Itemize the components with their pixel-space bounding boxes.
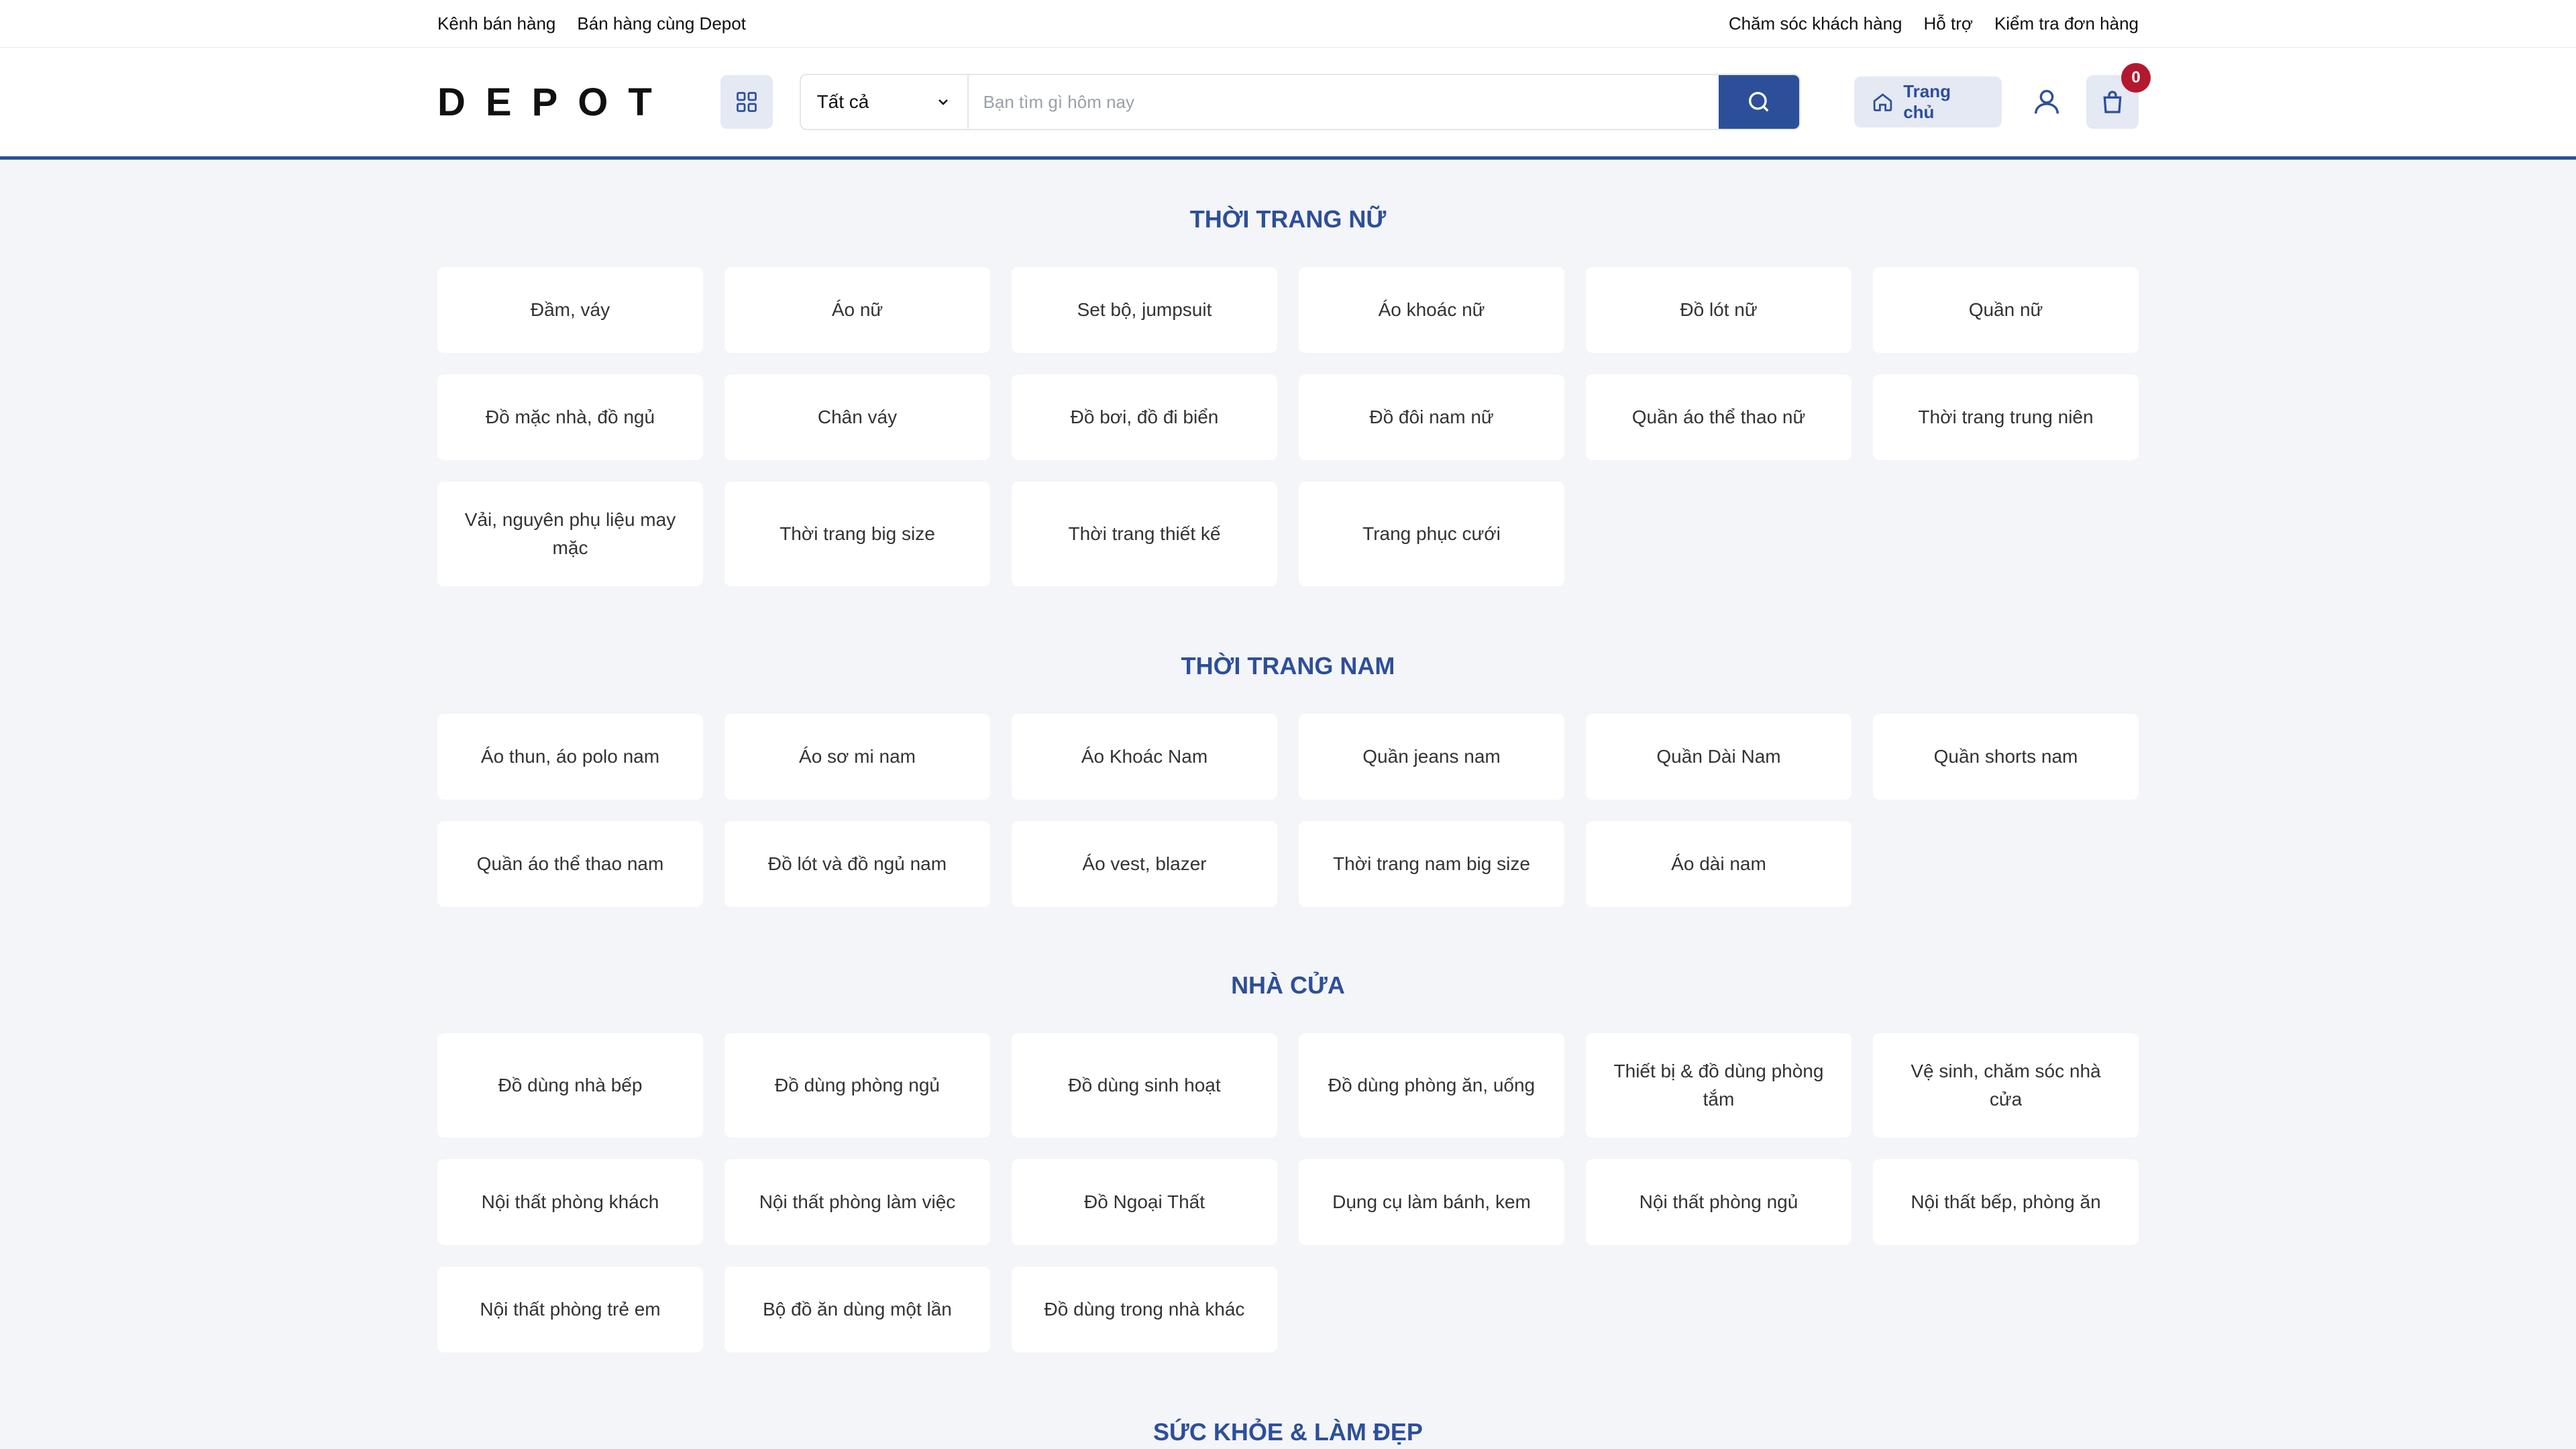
shopping-bag-icon <box>2103 91 2122 113</box>
category-grid: Đồ dùng nhà bếp Đồ dùng phòng ngủ Đồ dùn… <box>437 1033 2139 1352</box>
category-card[interactable]: Quần áo thể thao nam <box>437 821 703 907</box>
cart-count-badge: 0 <box>2121 63 2151 93</box>
category-card[interactable]: Quần nữ <box>1873 267 2139 353</box>
category-grid: Áo thun, áo polo nam Áo sơ mi nam Áo Kho… <box>437 714 2139 907</box>
home-icon <box>1873 93 1892 111</box>
category-card[interactable]: Quần shorts nam <box>1873 714 2139 800</box>
category-card[interactable]: Thời trang thiết kế <box>1012 482 1277 586</box>
category-card[interactable]: Nội thất bếp, phòng ăn <box>1873 1159 2139 1245</box>
section-title: NHÀ CỬA <box>1231 971 1345 999</box>
cart-button[interactable]: 0 <box>2086 63 2151 129</box>
category-card[interactable]: Thiết bị & đồ dùng phòng tắm <box>1586 1033 1851 1138</box>
category-card[interactable]: Áo nữ <box>724 267 990 353</box>
seller-channel-link[interactable]: Kênh bán hàng <box>437 13 555 34</box>
section-title: THỜI TRANG NỮ <box>1189 205 1387 233</box>
top-right-links: Chăm sóc khách hàng Hỗ trợ Kiểm tra đơn … <box>1729 13 2139 34</box>
order-check-link[interactable]: Kiểm tra đơn hàng <box>1994 13 2139 34</box>
category-card[interactable]: Nội thất phòng khách <box>437 1159 703 1245</box>
header: DEPOT Tất cả Trang chủ 0 <box>0 48 2576 160</box>
category-card[interactable]: Áo Khoác Nam <box>1012 714 1277 800</box>
category-menu-button[interactable] <box>720 75 773 129</box>
category-card[interactable]: Đầm, váy <box>437 267 703 353</box>
category-card[interactable]: Đồ dùng phòng ngủ <box>724 1033 990 1138</box>
category-card[interactable]: Đồ lót nữ <box>1586 267 1851 353</box>
search-icon <box>1749 92 1769 112</box>
search-input[interactable] <box>968 75 1719 129</box>
category-card[interactable]: Đồ dùng phòng ăn, uống <box>1299 1033 1564 1138</box>
category-card[interactable]: Áo vest, blazer <box>1012 821 1277 907</box>
category-card[interactable]: Bộ đồ ăn dùng một lần <box>724 1267 990 1352</box>
category-card[interactable]: Quần Dài Nam <box>1586 714 1851 800</box>
grid-icon <box>736 92 757 112</box>
section-title: THỜI TRANG NAM <box>1181 652 1395 680</box>
category-grid: Đầm, váy Áo nữ Set bộ, jumpsuit Áo khoác… <box>437 267 2139 586</box>
category-card[interactable]: Thời trang trung niên <box>1873 374 2139 460</box>
category-card[interactable]: Vải, nguyên phụ liệu may mặc <box>437 482 703 586</box>
category-card[interactable]: Áo thun, áo polo nam <box>437 714 703 800</box>
logo[interactable]: DEPOT <box>437 80 686 125</box>
account-button[interactable] <box>2027 82 2066 122</box>
category-card[interactable]: Áo dài nam <box>1586 821 1851 907</box>
category-card[interactable]: Nội thất phòng làm việc <box>724 1159 990 1245</box>
support-link[interactable]: Hỗ trợ <box>1924 13 1973 34</box>
category-card[interactable]: Đồ dùng trong nhà khác <box>1012 1267 1277 1352</box>
category-card[interactable]: Quần jeans nam <box>1299 714 1564 800</box>
category-card[interactable]: Vệ sinh, chăm sóc nhà cửa <box>1873 1033 2139 1138</box>
category-card[interactable]: Chân váy <box>724 374 990 460</box>
home-label: Trang chủ <box>1903 81 1951 122</box>
category-card[interactable]: Nội thất phòng ngủ <box>1586 1159 1851 1245</box>
home-button[interactable]: Trang chủ <box>1854 76 2002 127</box>
search-category-select[interactable]: Tất cả <box>801 75 969 129</box>
section-title: SỨC KHỎE & LÀM ĐẸP <box>1153 1418 1423 1446</box>
search-button[interactable] <box>1719 75 1800 129</box>
user-icon <box>2034 89 2059 114</box>
category-card[interactable]: Đồ bơi, đồ đi biển <box>1012 374 1277 460</box>
category-card[interactable]: Thời trang big size <box>724 482 990 586</box>
top-left-links: Kênh bán hàng Bán hàng cùng Depot <box>437 13 746 34</box>
sell-with-depot-link[interactable]: Bán hàng cùng Depot <box>577 13 746 34</box>
category-card[interactable]: Đồ Ngoại Thất <box>1012 1159 1277 1245</box>
category-card[interactable]: Thời trang nam big size <box>1299 821 1564 907</box>
category-card[interactable]: Đồ dùng nhà bếp <box>437 1033 703 1138</box>
search-category-label: Tất cả <box>816 91 869 112</box>
customer-care-link[interactable]: Chăm sóc khách hàng <box>1729 13 1902 34</box>
category-card[interactable]: Áo sơ mi nam <box>724 714 990 800</box>
category-card[interactable]: Đồ lót và đồ ngủ nam <box>724 821 990 907</box>
category-card[interactable]: Đồ dùng sinh hoạt <box>1012 1033 1277 1138</box>
chevron-down-icon <box>938 99 948 105</box>
category-card[interactable]: Dụng cụ làm bánh, kem <box>1299 1159 1564 1245</box>
search-bar: Tất cả <box>799 74 1801 130</box>
top-bar: Kênh bán hàng Bán hàng cùng Depot Chăm s… <box>0 0 2576 48</box>
category-card[interactable]: Nội thất phòng trẻ em <box>437 1267 703 1352</box>
category-card[interactable]: Set bộ, jumpsuit <box>1012 267 1277 353</box>
category-card[interactable]: Đồ đôi nam nữ <box>1299 374 1564 460</box>
category-card[interactable]: Đồ mặc nhà, đồ ngủ <box>437 374 703 460</box>
category-card[interactable]: Quần áo thể thao nữ <box>1586 374 1851 460</box>
category-card[interactable]: Trang phục cưới <box>1299 482 1564 586</box>
category-card[interactable]: Áo khoác nữ <box>1299 267 1564 353</box>
